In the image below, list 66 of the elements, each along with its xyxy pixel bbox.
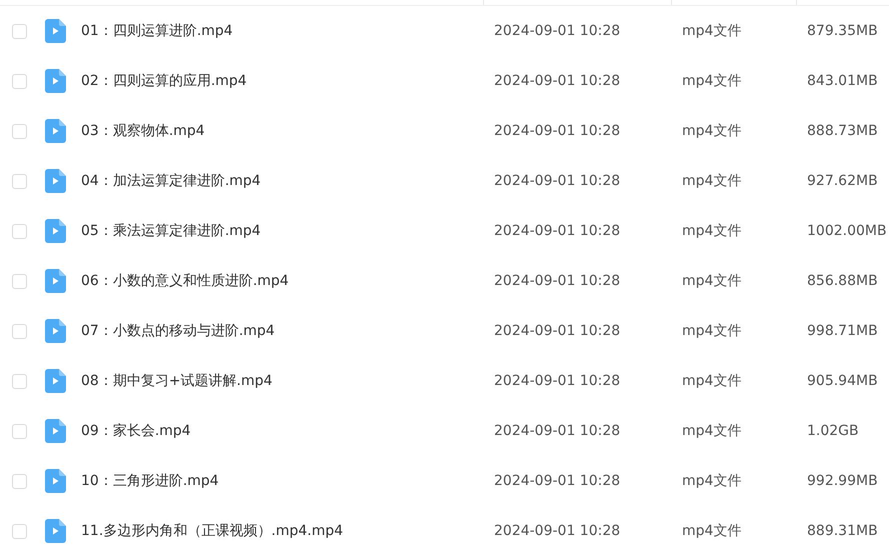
file-size: 1002.00MB — [806, 223, 888, 239]
file-size: 992.99MB — [806, 473, 879, 489]
file-size: 879.35MB — [806, 23, 879, 39]
file-type: mp4文件 — [681, 22, 742, 40]
checkbox[interactable] — [12, 324, 27, 338]
modified-date: 2024-09-01 10:28 — [493, 73, 622, 89]
checkbox[interactable] — [12, 174, 27, 188]
modified-date: 2024-09-01 10:28 — [493, 123, 622, 139]
file-name[interactable]: 05：乘法运算定律进阶.mp4 — [81, 222, 261, 240]
video-file-icon — [45, 219, 66, 243]
file-size: 998.71MB — [806, 323, 879, 339]
modified-date: 2024-09-01 10:28 — [493, 373, 622, 389]
file-size: 889.31MB — [806, 523, 879, 539]
checkbox[interactable] — [12, 424, 27, 438]
file-name[interactable]: 11.多边形内角和（正课视频）.mp4.mp4 — [81, 522, 344, 540]
checkbox[interactable] — [12, 224, 27, 238]
video-file-icon — [45, 69, 66, 93]
checkbox[interactable] — [12, 274, 27, 288]
checkbox[interactable] — [12, 474, 27, 488]
file-name[interactable]: 09：家长会.mp4 — [81, 422, 191, 440]
file-size: 1.02GB — [806, 423, 860, 439]
modified-date: 2024-09-01 10:28 — [493, 523, 622, 539]
file-name[interactable]: 04：加法运算定律进阶.mp4 — [81, 172, 261, 190]
video-file-icon — [45, 119, 66, 143]
file-type: mp4文件 — [681, 522, 742, 540]
video-file-icon — [45, 369, 66, 393]
video-file-icon — [45, 269, 66, 293]
checkbox[interactable] — [12, 24, 27, 38]
file-name[interactable]: 07：小数点的移动与进阶.mp4 — [81, 322, 275, 340]
file-type: mp4文件 — [681, 422, 742, 440]
checkbox[interactable] — [12, 124, 27, 138]
file-type: mp4文件 — [681, 222, 742, 240]
checkbox[interactable] — [12, 524, 27, 538]
file-type: mp4文件 — [681, 322, 742, 340]
file-name[interactable]: 10：三角形进阶.mp4 — [81, 472, 219, 490]
modified-date: 2024-09-01 10:28 — [493, 23, 622, 39]
file-size: 905.94MB — [806, 373, 879, 389]
video-file-icon — [45, 519, 66, 543]
file-size: 888.73MB — [806, 123, 879, 139]
file-name[interactable]: 08：期中复习+试题讲解.mp4 — [81, 372, 272, 390]
file-type: mp4文件 — [681, 122, 742, 140]
video-file-icon — [45, 419, 66, 443]
modified-date: 2024-09-01 10:28 — [493, 173, 622, 189]
modified-date: 2024-09-01 10:28 — [493, 423, 622, 439]
video-file-icon — [45, 169, 66, 193]
file-type: mp4文件 — [681, 272, 742, 290]
video-file-icon — [45, 469, 66, 493]
modified-date: 2024-09-01 10:28 — [493, 223, 622, 239]
file-name[interactable]: 03：观察物体.mp4 — [81, 122, 205, 140]
file-size: 927.62MB — [806, 173, 879, 189]
file-name[interactable]: 02：四则运算的应用.mp4 — [81, 72, 247, 90]
file-name[interactable]: 01：四则运算进阶.mp4 — [81, 22, 233, 40]
file-type: mp4文件 — [681, 172, 742, 190]
checkbox[interactable] — [12, 374, 27, 388]
file-type: mp4文件 — [681, 72, 742, 90]
video-file-icon — [45, 19, 66, 43]
file-size: 843.01MB — [806, 73, 879, 89]
modified-date: 2024-09-01 10:28 — [493, 273, 622, 289]
modified-date: 2024-09-01 10:28 — [493, 473, 622, 489]
file-type: mp4文件 — [681, 372, 742, 390]
file-size: 856.88MB — [806, 273, 879, 289]
video-file-icon — [45, 319, 66, 343]
modified-date: 2024-09-01 10:28 — [493, 323, 622, 339]
file-type: mp4文件 — [681, 472, 742, 490]
checkbox[interactable] — [12, 74, 27, 88]
file-name[interactable]: 06：小数的意义和性质进阶.mp4 — [81, 272, 289, 290]
